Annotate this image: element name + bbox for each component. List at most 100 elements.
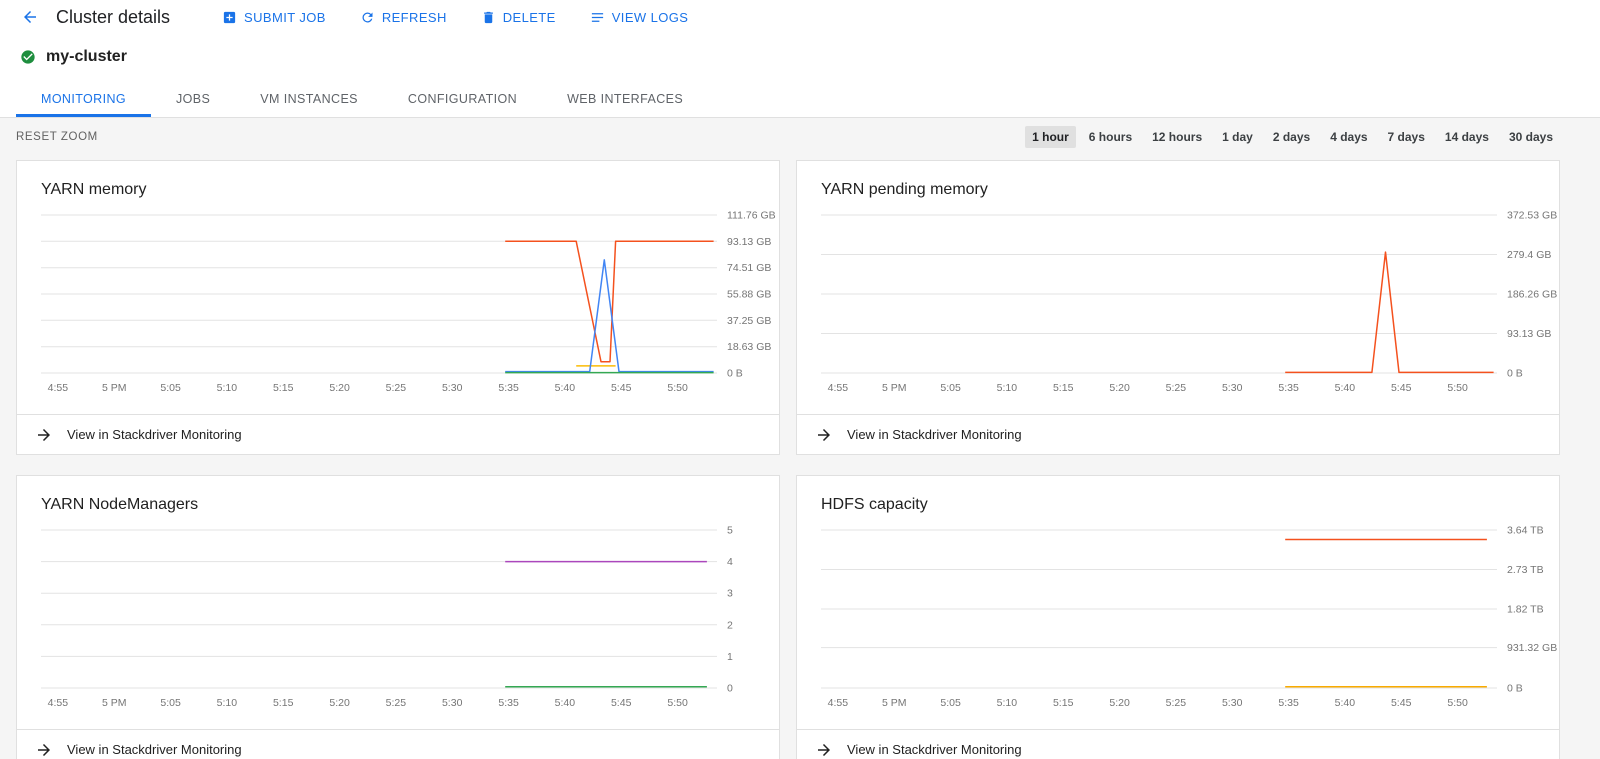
svg-text:5:20: 5:20 (329, 382, 350, 394)
svg-text:5:30: 5:30 (442, 697, 463, 709)
chart-title: YARN NodeManagers (17, 476, 779, 516)
chart-title: YARN pending memory (797, 161, 1559, 201)
tab-configuration[interactable]: CONFIGURATION (383, 80, 542, 117)
range-2-days[interactable]: 2 days (1266, 126, 1317, 148)
svg-text:5:25: 5:25 (386, 697, 407, 709)
delete-button[interactable]: DELETE (481, 10, 556, 25)
svg-text:931.32 GB: 931.32 GB (1507, 642, 1557, 654)
svg-text:5:25: 5:25 (1166, 697, 1187, 709)
submit-job-button[interactable]: SUBMIT JOB (222, 10, 326, 25)
view-logs-icon (590, 10, 605, 25)
stackdriver-link[interactable]: View in Stackdriver Monitoring (797, 414, 1559, 454)
stackdriver-link[interactable]: View in Stackdriver Monitoring (797, 729, 1559, 759)
svg-text:5:05: 5:05 (160, 382, 181, 394)
stackdriver-link-label: View in Stackdriver Monitoring (847, 427, 1022, 442)
spacer (17, 401, 779, 414)
tab-monitoring[interactable]: MONITORING (16, 80, 151, 117)
spacer (797, 401, 1559, 414)
svg-text:5:50: 5:50 (667, 697, 688, 709)
reset-zoom-button[interactable]: RESET ZOOM (16, 131, 98, 143)
submit-job-label: SUBMIT JOB (244, 10, 326, 25)
svg-text:5:30: 5:30 (442, 382, 463, 394)
card-hdfs-capacity: HDFS capacity 3.64 TB2.73 TB1.82 TB931.3… (796, 475, 1560, 759)
svg-text:186.26 GB: 186.26 GB (1507, 289, 1557, 301)
chart-title: YARN memory (17, 161, 779, 201)
yarn-pending-memory-chart-canvas[interactable]: 372.53 GB279.4 GB186.26 GB93.13 GB0 B4:5… (797, 205, 1559, 401)
svg-text:5:25: 5:25 (386, 382, 407, 394)
svg-text:5:30: 5:30 (1222, 382, 1243, 394)
svg-text:279.4 GB: 279.4 GB (1507, 249, 1551, 261)
stackdriver-link-label: View in Stackdriver Monitoring (67, 742, 242, 757)
svg-text:5:50: 5:50 (1447, 382, 1468, 394)
svg-text:0 B: 0 B (1507, 368, 1523, 380)
svg-text:3: 3 (727, 588, 733, 600)
svg-text:2.73 TB: 2.73 TB (1507, 564, 1544, 576)
svg-text:0 B: 0 B (727, 368, 743, 380)
card-yarn-memory: YARN memory 111.76 GB93.13 GB74.51 GB55.… (16, 160, 780, 455)
range-6-hours[interactable]: 6 hours (1082, 126, 1139, 148)
refresh-button[interactable]: REFRESH (360, 10, 447, 25)
stackdriver-link[interactable]: View in Stackdriver Monitoring (17, 729, 779, 759)
back-button[interactable] (16, 3, 44, 31)
tab-vm-instances[interactable]: VM INSTANCES (235, 80, 383, 117)
yarn-memory-chart-canvas[interactable]: 111.76 GB93.13 GB74.51 GB55.88 GB37.25 G… (17, 205, 779, 401)
svg-text:5:25: 5:25 (1166, 382, 1187, 394)
range-1-day[interactable]: 1 day (1215, 126, 1260, 148)
view-logs-button[interactable]: VIEW LOGS (590, 10, 689, 25)
svg-text:5:15: 5:15 (1053, 382, 1074, 394)
svg-text:5:45: 5:45 (611, 697, 632, 709)
arrow-forward-icon (35, 426, 53, 444)
tab-web-interfaces[interactable]: WEB INTERFACES (542, 80, 708, 117)
svg-text:4: 4 (727, 556, 733, 568)
range-30-days[interactable]: 30 days (1502, 126, 1560, 148)
arrow-forward-icon (35, 741, 53, 759)
svg-text:5:40: 5:40 (555, 382, 576, 394)
svg-text:111.76 GB: 111.76 GB (727, 210, 776, 222)
svg-text:5:05: 5:05 (160, 697, 181, 709)
svg-text:4:55: 4:55 (48, 382, 69, 394)
svg-text:4:55: 4:55 (828, 697, 849, 709)
range-12-hours[interactable]: 12 hours (1145, 126, 1209, 148)
svg-text:5:50: 5:50 (1447, 697, 1468, 709)
hdfs-capacity-chart-canvas[interactable]: 3.64 TB2.73 TB1.82 TB931.32 GB0 B4:555 P… (797, 520, 1559, 716)
range-14-days[interactable]: 14 days (1438, 126, 1496, 148)
svg-text:5:15: 5:15 (273, 697, 294, 709)
arrow-forward-icon (815, 741, 833, 759)
svg-text:5:35: 5:35 (1278, 382, 1299, 394)
page-title: Cluster details (56, 7, 170, 28)
svg-text:5 PM: 5 PM (882, 382, 907, 394)
add-box-icon (222, 10, 237, 25)
svg-text:5 PM: 5 PM (102, 382, 127, 394)
cluster-header: my-cluster (0, 34, 1600, 80)
stackdriver-link-label: View in Stackdriver Monitoring (847, 742, 1022, 757)
svg-text:37.25 GB: 37.25 GB (727, 315, 771, 327)
stackdriver-link[interactable]: View in Stackdriver Monitoring (17, 414, 779, 454)
svg-text:5:45: 5:45 (1391, 382, 1412, 394)
range-7-days[interactable]: 7 days (1381, 126, 1432, 148)
svg-text:18.63 GB: 18.63 GB (727, 341, 771, 353)
cluster-details-page: Cluster details SUBMIT JOB REFRESH DELET… (0, 0, 1600, 759)
svg-text:5:10: 5:10 (997, 697, 1018, 709)
charts-grid: YARN memory 111.76 GB93.13 GB74.51 GB55.… (0, 156, 1600, 759)
svg-text:5:05: 5:05 (940, 382, 961, 394)
svg-text:5:40: 5:40 (1335, 697, 1356, 709)
svg-text:5:40: 5:40 (555, 697, 576, 709)
status-ok-icon (20, 49, 36, 65)
svg-text:5:30: 5:30 (1222, 697, 1243, 709)
svg-text:55.88 GB: 55.88 GB (727, 289, 771, 301)
top-actions: SUBMIT JOB REFRESH DELETE VIEW LOGS (222, 10, 688, 25)
time-range-selector: 1 hour 6 hours 12 hours 1 day 2 days 4 d… (1025, 126, 1560, 148)
stackdriver-link-label: View in Stackdriver Monitoring (67, 427, 242, 442)
arrow-forward-icon (815, 426, 833, 444)
svg-text:5:50: 5:50 (667, 382, 688, 394)
spacer (17, 716, 779, 729)
svg-text:5:15: 5:15 (273, 382, 294, 394)
tab-jobs[interactable]: JOBS (151, 80, 235, 117)
svg-text:5 PM: 5 PM (102, 697, 127, 709)
svg-text:5:45: 5:45 (1391, 697, 1412, 709)
svg-text:5:40: 5:40 (1335, 382, 1356, 394)
range-4-days[interactable]: 4 days (1323, 126, 1374, 148)
svg-text:5:20: 5:20 (1109, 382, 1130, 394)
range-1-hour[interactable]: 1 hour (1025, 126, 1076, 148)
yarn-nodemanagers-chart-canvas[interactable]: 5432104:555 PM5:055:105:155:205:255:305:… (17, 520, 779, 716)
